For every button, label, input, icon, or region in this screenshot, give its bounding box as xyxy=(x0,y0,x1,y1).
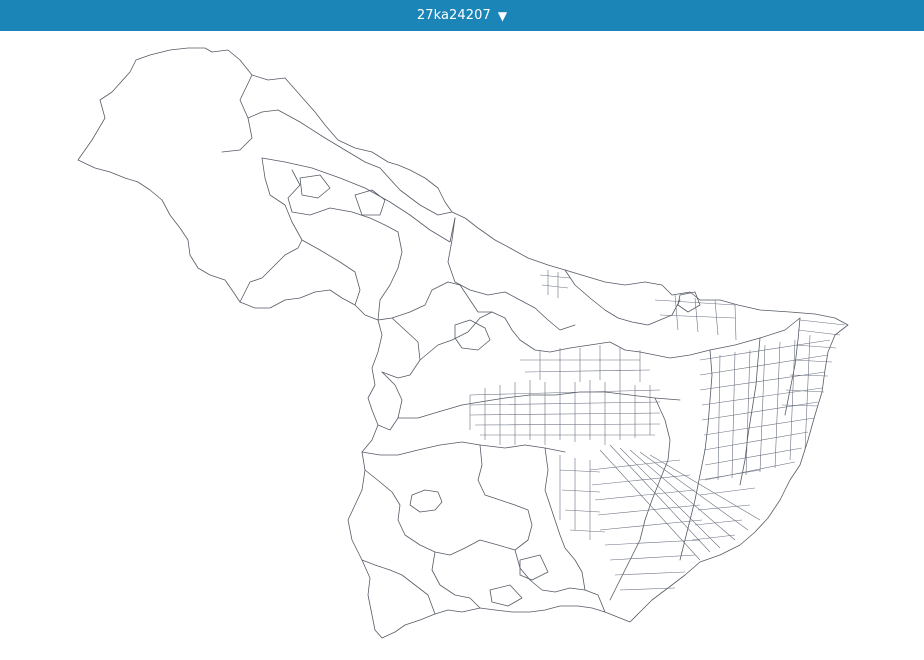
triangle-down-icon[interactable]: ▼ xyxy=(498,10,507,22)
map-outer-boundary xyxy=(77,47,849,639)
boundary-map[interactable] xyxy=(0,31,924,660)
map-selector-dropdown[interactable]: 27ka24207 ▼ xyxy=(0,0,924,31)
map-district-boundaries xyxy=(221,74,801,615)
map-fine-parcels xyxy=(469,270,846,591)
map-title: 27ka24207 xyxy=(416,8,491,23)
map-canvas[interactable] xyxy=(0,31,924,660)
